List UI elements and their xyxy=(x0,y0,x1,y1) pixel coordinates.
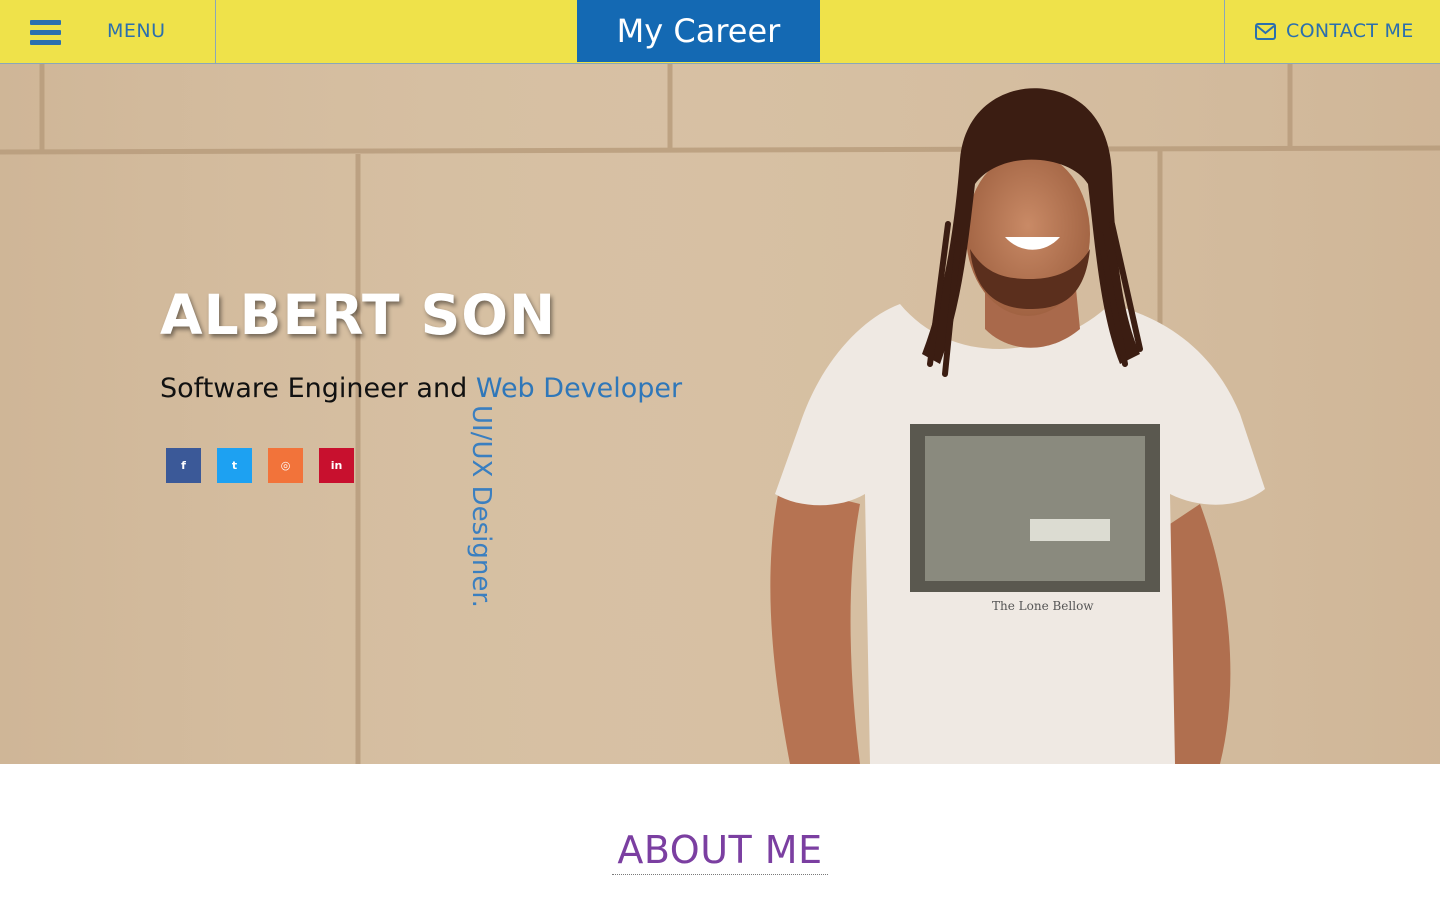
hero-subtitle-accent: Web Developer xyxy=(475,373,683,404)
twitter-icon[interactable]: t xyxy=(217,448,252,483)
shirt-print-caption: The Lone Bellow xyxy=(992,599,1094,613)
social-links: f t ◎ in xyxy=(166,448,354,483)
envelope-icon xyxy=(1255,23,1276,40)
site-brand[interactable]: My Career xyxy=(577,0,820,62)
contact-label: CONTACT ME xyxy=(1286,20,1414,42)
about-section-title: ABOUT ME xyxy=(612,828,828,875)
hero-subtitle: Software Engineer and Web Developer xyxy=(160,373,682,404)
contact-button[interactable]: CONTACT ME xyxy=(1224,0,1440,63)
instagram-icon[interactable]: ◎ xyxy=(268,448,303,483)
hero-subtitle-prefix: Software Engineer and xyxy=(160,373,468,404)
facebook-icon[interactable]: f xyxy=(166,448,201,483)
hero-name: ALBERT SON xyxy=(160,283,557,347)
hero-rotating-role: UI/UX Designer. xyxy=(466,405,496,608)
top-navbar: MENU My Career CONTACT ME xyxy=(0,0,1440,64)
hero-background-image: The Lone Bellow xyxy=(0,64,1440,764)
linkedin-icon[interactable]: in xyxy=(319,448,354,483)
menu-button[interactable]: MENU xyxy=(0,0,216,63)
hero-section: The Lone Bellow ALBERT SON Software Engi… xyxy=(0,64,1440,764)
hamburger-icon xyxy=(30,20,61,45)
menu-label: MENU xyxy=(107,20,166,42)
